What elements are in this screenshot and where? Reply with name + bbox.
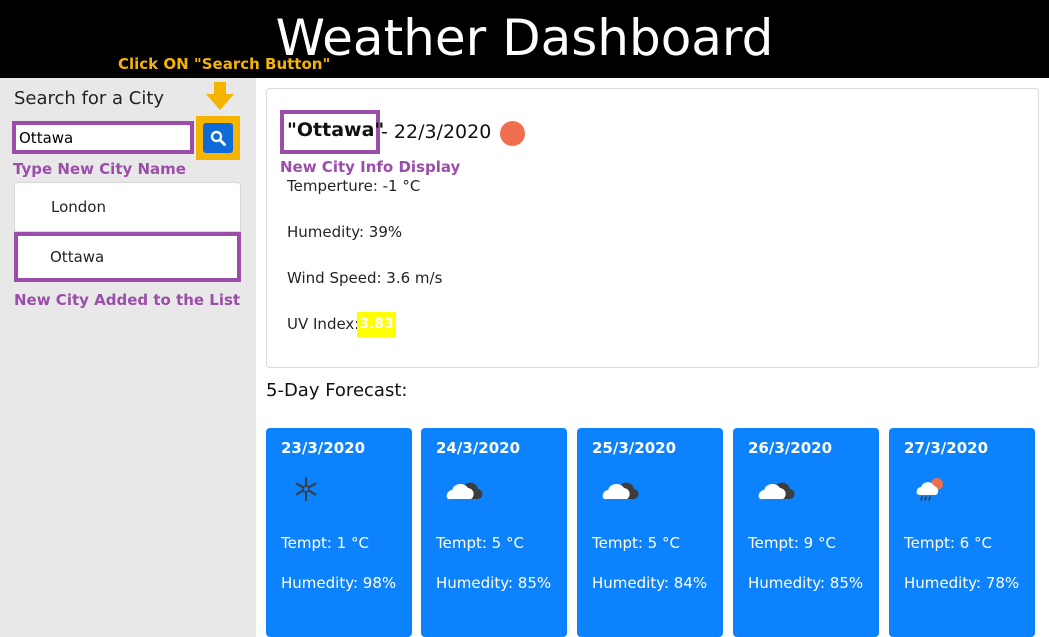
uv-index-badge: 3.83	[357, 312, 396, 337]
current-wind-speed: Wind Speed: 3.6 m/s	[287, 269, 443, 287]
forecast-humidity: Humedity: 85%	[748, 574, 864, 592]
snow-icon	[295, 477, 317, 501]
cloud-icon	[446, 482, 483, 500]
search-button[interactable]	[196, 116, 240, 160]
list-item-london[interactable]: London	[14, 182, 241, 232]
search-button-face	[203, 123, 233, 153]
search-input[interactable]	[12, 121, 194, 154]
annotation-city-added: New City Added to the List	[14, 291, 241, 309]
search-icon	[210, 130, 226, 146]
current-date: - 22/3/2020	[381, 121, 492, 143]
search-heading: Search for a City	[14, 88, 165, 109]
forecast-humidity: Humedity: 78%	[904, 574, 1020, 592]
current-temperature: Temperture: -1 °C	[287, 177, 421, 195]
annotation-type-city: Type New City Name	[13, 160, 186, 178]
forecast-date: 26/3/2020	[748, 439, 833, 457]
forecast-card-day-1: 23/3/2020 Tempt: 1 °C Humedity: 98%	[266, 428, 412, 637]
annotation-arrow-icon	[206, 82, 234, 110]
forecast-card-day-3: 25/3/2020 Tempt: 5 °C Humedity: 84%	[577, 428, 723, 637]
annotation-info-display: New City Info Display	[280, 158, 461, 176]
cloud-icon	[602, 482, 639, 500]
forecast-card-day-2: 24/3/2020 Tempt: 5 °C Humedity: 85%	[421, 428, 567, 637]
forecast-heading: 5-Day Forecast:	[266, 380, 408, 401]
uv-index-label: UV Index:	[287, 315, 360, 333]
forecast-temp: Tempt: 1 °C	[281, 534, 369, 552]
forecast-temp: Tempt: 5 °C	[436, 534, 524, 552]
rain-sun-icon	[916, 478, 943, 501]
current-city-name: "Ottawa"	[287, 119, 385, 141]
forecast-humidity: Humedity: 98%	[281, 574, 397, 592]
cloud-icon	[758, 482, 795, 500]
forecast-date: 24/3/2020	[436, 439, 521, 457]
forecast-humidity: Humedity: 84%	[592, 574, 708, 592]
list-item-ottawa[interactable]: Ottawa	[14, 232, 241, 282]
forecast-card-day-5: 27/3/2020 Tempt: 6 °C Humedity: 78%	[889, 428, 1035, 637]
current-humidity: Humedity: 39%	[287, 223, 403, 241]
sun-icon	[500, 121, 525, 146]
forecast-humidity: Humedity: 85%	[436, 574, 552, 592]
forecast-date: 25/3/2020	[592, 439, 677, 457]
forecast-temp: Tempt: 5 °C	[592, 534, 680, 552]
forecast-card-day-4: 26/3/2020 Tempt: 9 °C Humedity: 85%	[733, 428, 879, 637]
forecast-date: 23/3/2020	[281, 439, 366, 457]
annotation-click-search: Click ON "Search Button"	[118, 55, 331, 73]
forecast-date: 27/3/2020	[904, 439, 989, 457]
forecast-temp: Tempt: 9 °C	[748, 534, 836, 552]
forecast-temp: Tempt: 6 °C	[904, 534, 992, 552]
